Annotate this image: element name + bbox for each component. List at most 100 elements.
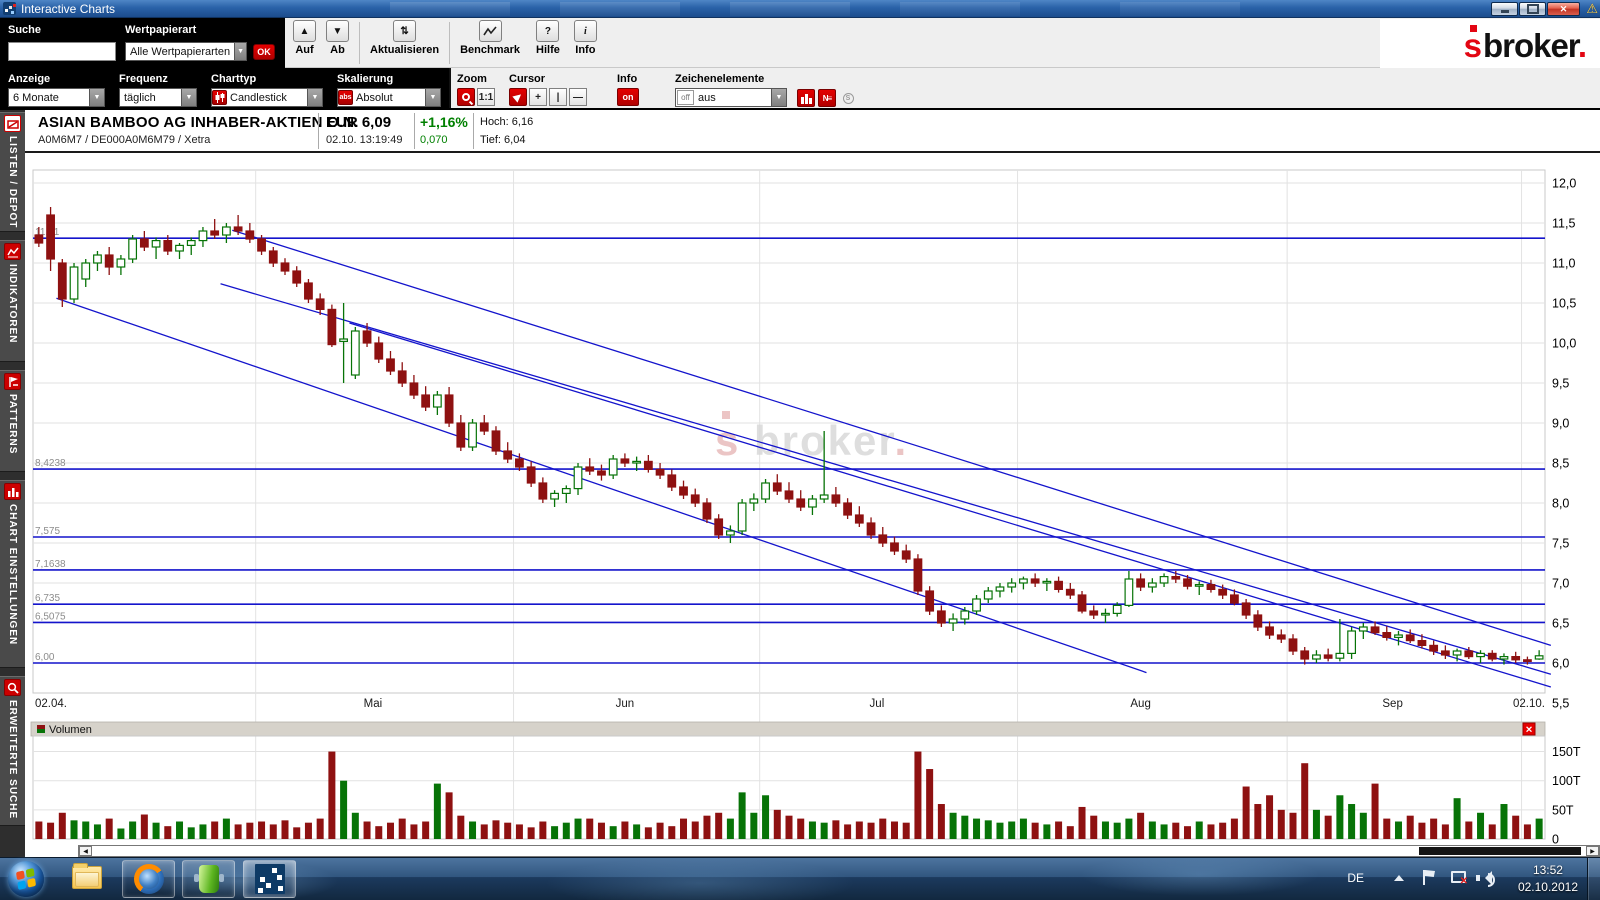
taskbar-clock[interactable]: 13:52 02.10.2012 bbox=[1518, 862, 1578, 896]
patterns-icon bbox=[4, 373, 21, 390]
taskbar-item-firefox[interactable] bbox=[122, 860, 175, 898]
sidebar-tab-label: CHART EINSTELLUNGEN bbox=[7, 504, 18, 645]
news-button[interactable]: N≡ bbox=[818, 89, 836, 107]
svg-text:9,5: 9,5 bbox=[1552, 377, 1569, 391]
hidden-icons-button[interactable] bbox=[1394, 875, 1404, 881]
chevron-down-icon[interactable]: ▼ bbox=[307, 89, 322, 106]
divider bbox=[318, 113, 319, 149]
splits-button[interactable]: S bbox=[839, 89, 857, 107]
scrollbar-track[interactable]: ◀ ▶ bbox=[78, 845, 1600, 857]
zoom-in-button[interactable] bbox=[457, 88, 475, 106]
close-button[interactable] bbox=[1547, 2, 1580, 16]
sidebar-tab-indikatoren[interactable]: INDIKATOREN bbox=[0, 240, 25, 362]
sidebar-tab-patterns[interactable]: PATTERNS bbox=[0, 370, 25, 472]
info-toggle-button[interactable]: on bbox=[617, 88, 639, 106]
wertpapierart-select[interactable]: Alle Wertpapierarten ▼ bbox=[125, 42, 247, 61]
taskbar: DE 13:52 02.10.2012 bbox=[0, 857, 1600, 900]
auf-button[interactable]: ▲ bbox=[293, 20, 316, 42]
svg-text:✕: ✕ bbox=[1525, 725, 1533, 735]
network-error-icon[interactable] bbox=[1450, 871, 1466, 885]
svg-text:0: 0 bbox=[1552, 833, 1559, 846]
stock-high: Hoch: 6,16 bbox=[480, 116, 533, 128]
window-title: Interactive Charts bbox=[21, 2, 115, 16]
svg-text:8,5: 8,5 bbox=[1552, 457, 1569, 471]
chevron-down-icon[interactable]: ▼ bbox=[425, 89, 440, 106]
skalierung-select[interactable]: abs Absolut ▼ bbox=[337, 88, 441, 107]
off-badge: off bbox=[677, 90, 694, 105]
action-center-flag-icon[interactable] bbox=[1423, 870, 1436, 885]
frequenz-select[interactable]: täglich ▼ bbox=[119, 88, 197, 107]
sidebar-tab-erweiterte-suche[interactable]: ERWEITERTE SUCHE bbox=[0, 676, 25, 826]
ok-button[interactable]: OK bbox=[253, 44, 275, 60]
start-button[interactable] bbox=[8, 861, 44, 897]
zeichenelemente-select[interactable]: off aus ▼ bbox=[675, 88, 787, 107]
chevron-down-icon[interactable]: ▼ bbox=[181, 89, 196, 106]
list-depot-icon bbox=[4, 115, 21, 132]
charttyp-select[interactable]: Candlestick ▼ bbox=[211, 88, 323, 107]
messenger-icon bbox=[199, 865, 219, 893]
benchmark-group: Benchmark bbox=[460, 20, 520, 56]
chart-area: s broker.11,318,42387,5757,16386,7356,50… bbox=[25, 155, 1600, 845]
svg-text:5,5: 5,5 bbox=[1552, 697, 1569, 711]
taskbar-item-messenger[interactable] bbox=[182, 860, 235, 898]
anzeige-group: Anzeige 6 Monate ▼ bbox=[8, 73, 105, 107]
sidebar-tab-label: ERWEITERTE SUCHE bbox=[7, 700, 18, 819]
sidebar-tab-listen-depot[interactable]: LISTEN / DEPOT bbox=[0, 112, 25, 232]
svg-text:10,0: 10,0 bbox=[1552, 337, 1576, 351]
folder-icon bbox=[72, 866, 102, 889]
stock-price: EUR 6,09 bbox=[326, 114, 391, 131]
minimize-button[interactable] bbox=[1491, 2, 1518, 16]
volume-panel-button[interactable] bbox=[797, 89, 815, 107]
search-input[interactable] bbox=[8, 42, 116, 61]
svg-text:11,0: 11,0 bbox=[1552, 257, 1575, 271]
toolbar-row-1: Suche Wertpapierart Alle Wertpapierarten… bbox=[0, 18, 1600, 68]
taskbar-item-chart-app[interactable] bbox=[243, 860, 296, 898]
refresh-button[interactable]: ⇅ bbox=[393, 20, 416, 42]
chevron-down-icon[interactable]: ▼ bbox=[89, 89, 104, 106]
sidebar-tab-chart-einstellungen[interactable]: CHART EINSTELLUNGEN bbox=[0, 480, 25, 668]
info-button[interactable]: i bbox=[574, 20, 597, 42]
scroll-left-arrow[interactable]: ◀ bbox=[79, 846, 92, 856]
show-desktop-button[interactable] bbox=[1587, 858, 1600, 900]
ab-button[interactable]: ▼ bbox=[326, 20, 349, 42]
language-indicator[interactable]: DE bbox=[1347, 871, 1364, 885]
zoom-reset-button[interactable]: 1:1 bbox=[477, 88, 495, 106]
cursor-cross-button[interactable]: + bbox=[529, 88, 547, 106]
chevron-down-icon[interactable]: ▼ bbox=[234, 43, 246, 60]
sidebar: LISTEN / DEPOT INDIKATOREN PATTERNS CHAR… bbox=[0, 110, 25, 857]
benchmark-button[interactable] bbox=[479, 20, 502, 42]
price-volume-chart[interactable]: s broker.11,318,42387,5757,16386,7356,50… bbox=[25, 155, 1600, 845]
scrollbar-thumb[interactable] bbox=[1419, 847, 1581, 855]
stock-change-percent: +1,16% bbox=[420, 114, 468, 130]
taskbar-item-explorer[interactable] bbox=[72, 866, 102, 889]
maximize-button[interactable] bbox=[1519, 2, 1546, 16]
svg-text:6,5075: 6,5075 bbox=[35, 611, 66, 622]
cursor-hline-button[interactable]: — bbox=[569, 88, 587, 106]
svg-text:10,5: 10,5 bbox=[1552, 297, 1576, 311]
security-warning-icon[interactable]: ⚠ bbox=[1586, 1, 1598, 17]
stock-low: Tief: 6,04 bbox=[480, 134, 525, 146]
cursor-arrow-button[interactable] bbox=[509, 88, 527, 106]
abs-icon: abs bbox=[338, 90, 353, 105]
magnifier-icon bbox=[462, 93, 470, 101]
zoom-group: Zoom 1:1 bbox=[457, 73, 495, 106]
svg-text:7,575: 7,575 bbox=[35, 526, 60, 537]
info-group: i Info bbox=[574, 20, 597, 56]
help-button[interactable]: ? bbox=[536, 20, 559, 42]
scroll-right-arrow[interactable]: ▶ bbox=[1586, 846, 1599, 856]
candlestick-icon bbox=[212, 90, 227, 105]
stock-change-absolute: 0,070 bbox=[420, 134, 448, 146]
refresh-group: ⇅ Aktualisieren bbox=[370, 20, 439, 56]
search-label: Suche bbox=[8, 24, 41, 36]
svg-text:02.10.: 02.10. bbox=[1513, 698, 1545, 710]
svg-text:11,5: 11,5 bbox=[1552, 217, 1575, 231]
anzeige-select[interactable]: 6 Monate ▼ bbox=[8, 88, 105, 107]
svg-text:9,0: 9,0 bbox=[1552, 417, 1569, 431]
svg-text:100T: 100T bbox=[1552, 774, 1581, 788]
cursor-vline-button[interactable]: | bbox=[549, 88, 567, 106]
window-titlebar: Interactive Charts ⚠ bbox=[0, 0, 1600, 18]
svg-text:6,00: 6,00 bbox=[35, 652, 55, 663]
volume-icon[interactable] bbox=[1476, 871, 1494, 885]
chevron-down-icon[interactable]: ▼ bbox=[771, 89, 786, 106]
svg-text:7,5: 7,5 bbox=[1552, 537, 1569, 551]
